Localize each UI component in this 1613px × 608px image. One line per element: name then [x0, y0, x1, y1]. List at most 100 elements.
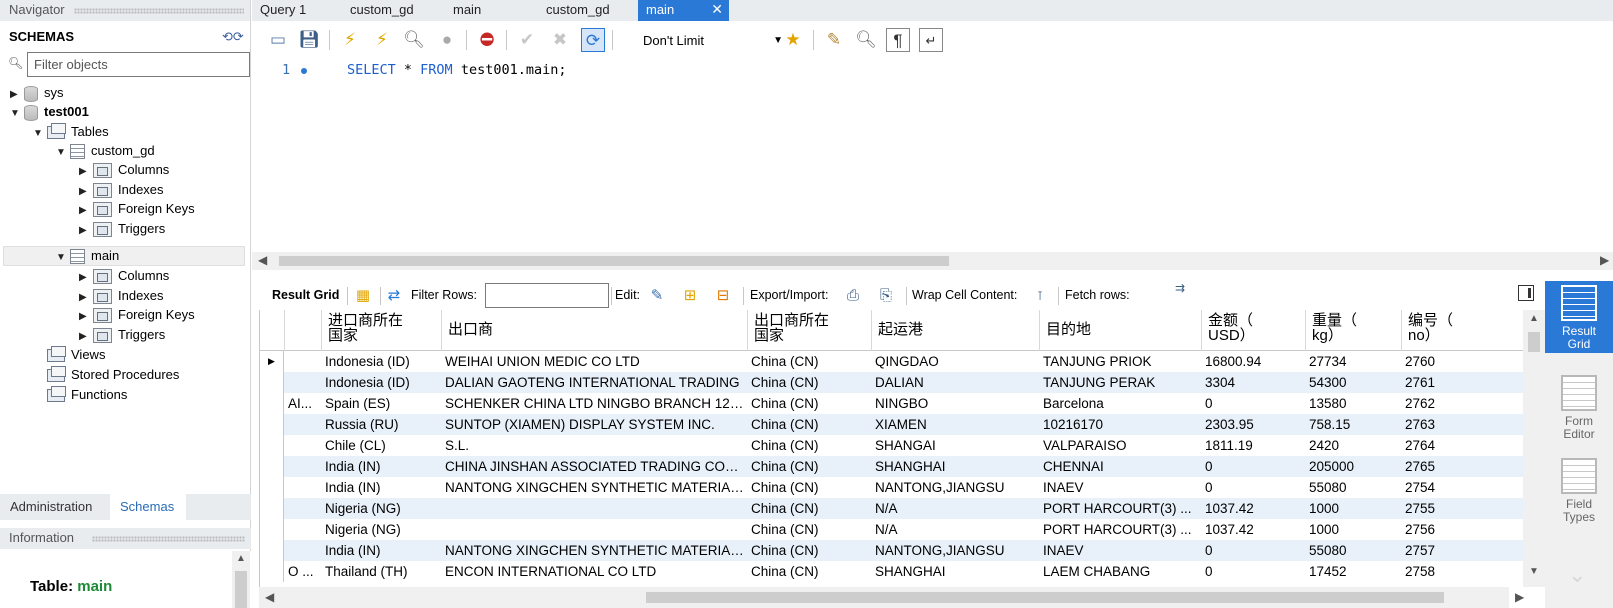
column-header[interactable]: 进口商所在 国家 — [321, 310, 441, 351]
tree-item-foreign-keys[interactable]: ▶ Foreign Keys — [79, 305, 195, 325]
row-header[interactable] — [260, 498, 284, 519]
table-cell[interactable]: N/A — [871, 519, 1039, 540]
table-cell[interactable]: 55080 — [1305, 540, 1401, 561]
table-row[interactable]: Nigeria (NG) China (CN) N/A PORT HARCOURT(3… — [260, 498, 1523, 519]
table-cell[interactable]: SHANGHAI — [871, 561, 1039, 582]
table-cell[interactable]: 0 — [1201, 477, 1305, 498]
table-cell[interactable]: 2762 — [1401, 393, 1523, 414]
filter-objects-input[interactable] — [27, 52, 250, 77]
table-cell[interactable]: Russia (RU) — [321, 414, 441, 435]
explain-icon[interactable]: 🔍︎ — [402, 28, 426, 52]
column-header[interactable] — [284, 310, 321, 351]
table-cell[interactable]: LAEM CHABANG — [1039, 561, 1201, 582]
table-cell[interactable]: NANTONG,JIANGSU — [871, 540, 1039, 561]
table-cell[interactable]: NINGBO — [871, 393, 1039, 414]
table-cell[interactable] — [441, 498, 747, 519]
row-header[interactable] — [260, 540, 284, 561]
table-cell[interactable]: 1037.42 — [1201, 519, 1305, 540]
save-icon[interactable]: 💾︎ — [297, 28, 321, 52]
scroll-left-icon[interactable]: ◀ — [265, 590, 274, 604]
editor-horizontal-scrollbar[interactable]: ◀ ▶ — [252, 252, 1613, 270]
rollback-icon[interactable]: ✖ — [548, 28, 572, 52]
grid-vertical-scrollbar[interactable]: ▲ ▼ — [1523, 310, 1545, 587]
table-cell[interactable]: 758.15 — [1305, 414, 1401, 435]
table-cell[interactable]: ENCON INTERNATIONAL CO LTD — [441, 561, 747, 582]
invisible-chars-icon[interactable]: ¶ — [886, 28, 910, 52]
tab-administration[interactable]: Administration — [0, 494, 102, 520]
table-cell[interactable]: 2764 — [1401, 435, 1523, 456]
scroll-up-icon[interactable]: ▲ — [1529, 313, 1539, 324]
table-cell[interactable]: 54300 — [1305, 372, 1401, 393]
tree-item-test001[interactable]: ▼ test001 — [10, 102, 89, 122]
table-cell[interactable]: Spain (ES) — [321, 393, 441, 414]
table-cell[interactable]: 1037.42 — [1201, 498, 1305, 519]
tab-main[interactable]: main — [445, 0, 538, 21]
table-cell[interactable] — [284, 498, 321, 519]
table-cell[interactable]: NANTONG,JIANGSU — [871, 477, 1039, 498]
table-cell[interactable]: India (IN) — [321, 456, 441, 477]
table-cell[interactable]: 1811.19 — [1201, 435, 1305, 456]
table-cell[interactable]: 13580 — [1305, 393, 1401, 414]
table-cell[interactable]: CHINA JINSHAN ASSOCIATED TRADING CORP... — [441, 456, 747, 477]
table-cell[interactable] — [284, 414, 321, 435]
table-cell[interactable]: TANJUNG PERAK — [1039, 372, 1201, 393]
stop-on-error-icon[interactable]: ⛔︎ — [475, 28, 499, 52]
field-types-side-button[interactable]: Field Types — [1545, 454, 1613, 526]
tree-item-indexes[interactable]: ▶ Indexes — [79, 180, 164, 200]
beautify-icon[interactable]: ✎ — [822, 28, 846, 52]
table-cell[interactable]: China (CN) — [747, 561, 871, 582]
tree-item-stored-procedures[interactable]: Stored Procedures — [47, 365, 179, 385]
table-cell[interactable]: SHANGHAI — [871, 456, 1039, 477]
table-cell[interactable]: 0 — [1201, 561, 1305, 582]
scroll-thumb[interactable] — [1528, 332, 1540, 352]
table-cell[interactable]: China (CN) — [747, 498, 871, 519]
tab-query-1[interactable]: Query 1 — [252, 0, 342, 21]
delete-row-icon[interactable]: ⊟ — [712, 286, 734, 306]
scroll-left-icon[interactable]: ◀ — [258, 253, 267, 267]
tree-item-triggers[interactable]: ▶ Triggers — [79, 219, 165, 239]
tree-item-custom-gd[interactable]: ▼ custom_gd — [56, 141, 155, 161]
scroll-right-icon[interactable]: ▶ — [1515, 590, 1524, 604]
expand-arrow-icon[interactable]: ▶ — [79, 162, 93, 182]
form-editor-side-button[interactable]: Form Editor — [1545, 371, 1613, 443]
table-cell[interactable] — [441, 519, 747, 540]
table-cell[interactable]: NANTONG XINGCHEN SYNTHETIC MATERIAL C... — [441, 540, 747, 561]
table-row[interactable]: India (IN) CHINA JINSHAN ASSOCIATED TRADI… — [260, 456, 1523, 477]
table-cell[interactable]: China (CN) — [747, 477, 871, 498]
row-header[interactable] — [260, 393, 284, 414]
table-cell[interactable] — [284, 435, 321, 456]
expand-arrow-icon[interactable]: ▶ — [79, 268, 93, 288]
table-cell[interactable]: N/A — [871, 498, 1039, 519]
collapse-arrow-icon[interactable]: ▼ — [33, 124, 47, 144]
table-cell[interactable] — [284, 456, 321, 477]
table-cell[interactable]: 2765 — [1401, 456, 1523, 477]
row-header[interactable] — [260, 435, 284, 456]
table-cell[interactable]: S.L. — [441, 435, 747, 456]
table-cell[interactable]: CHENNAI — [1039, 456, 1201, 477]
tree-item-main[interactable]: ▼ main — [56, 246, 119, 266]
scroll-thumb[interactable] — [279, 256, 949, 266]
table-cell[interactable]: 2763 — [1401, 414, 1523, 435]
expand-arrow-icon[interactable]: ▶ — [79, 307, 93, 327]
table-cell[interactable]: China (CN) — [747, 456, 871, 477]
find-icon[interactable]: 🔍︎ — [854, 28, 878, 52]
table-cell[interactable]: 0 — [1201, 456, 1305, 477]
table-row[interactable]: India (IN) NANTONG XINGCHEN SYNTHETIC MAT… — [260, 540, 1523, 561]
current-row-marker-icon[interactable]: ▶ — [260, 351, 284, 372]
column-header[interactable]: 重量（ kg） — [1305, 310, 1401, 351]
expand-arrow-icon[interactable]: ▶ — [79, 221, 93, 241]
tab-main-active[interactable]: main ✕ — [638, 0, 729, 21]
table-row[interactable]: Indonesia (ID) DALIAN GAOTENG INTERNATION… — [260, 372, 1523, 393]
execute-current-icon[interactable]: ⚡ — [370, 28, 394, 52]
fetch-next-icon[interactable]: ⇉ — [1169, 278, 1191, 298]
row-header[interactable] — [260, 561, 284, 582]
table-cell[interactable]: Nigeria (NG) — [321, 498, 441, 519]
table-cell[interactable]: 0 — [1201, 393, 1305, 414]
table-cell[interactable]: 0 — [1201, 540, 1305, 561]
table-cell[interactable]: TANJUNG PRIOK — [1039, 351, 1201, 372]
commit-icon[interactable]: ✔ — [515, 28, 539, 52]
table-cell[interactable]: 2754 — [1401, 477, 1523, 498]
tree-item-views[interactable]: Views — [47, 345, 105, 365]
row-header[interactable] — [260, 414, 284, 435]
table-cell[interactable]: AI... — [284, 393, 321, 414]
